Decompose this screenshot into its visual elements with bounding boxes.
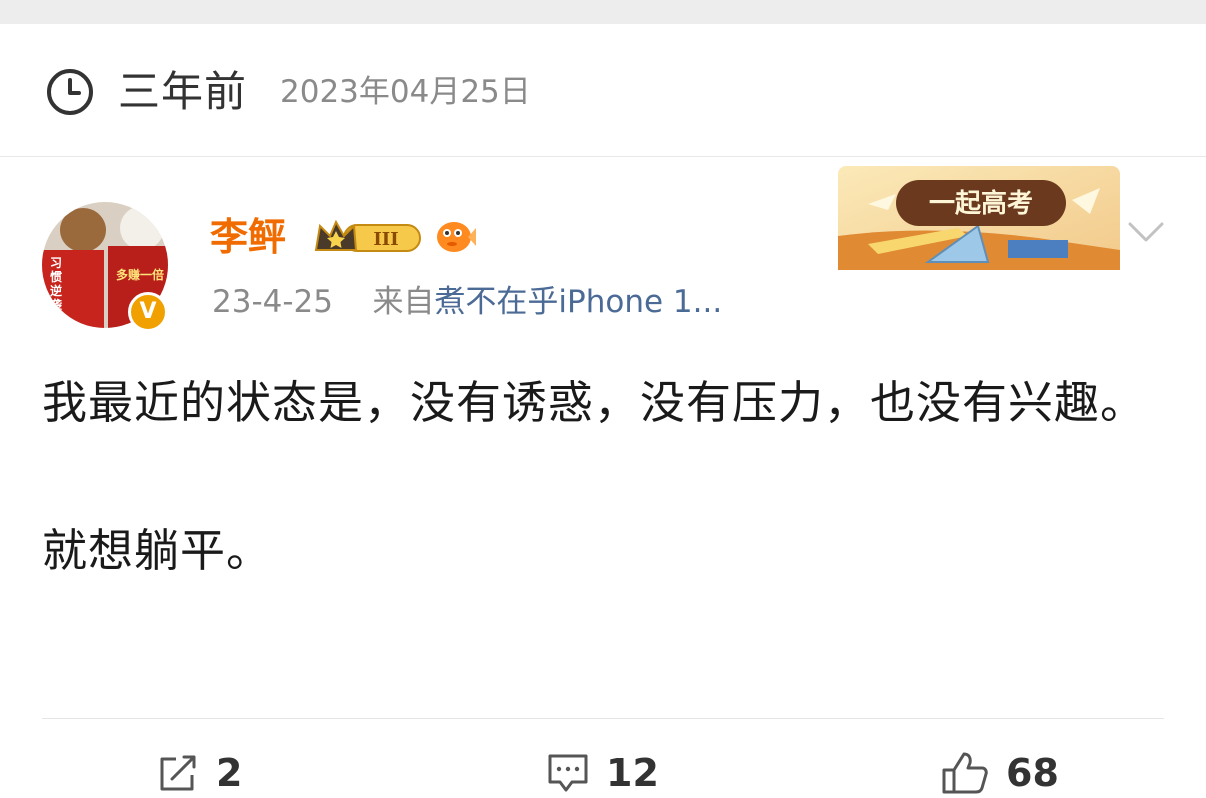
comment-icon — [548, 754, 588, 792]
teddy-bear-image — [60, 208, 106, 252]
fish-badge-icon — [437, 222, 476, 252]
post-date: 23-4-25 — [212, 284, 333, 320]
svg-text:一起高考: 一起高考 — [929, 188, 1033, 219]
gaokao-banner[interactable]: 一起高考 — [838, 166, 1120, 270]
like-button[interactable]: 68 — [940, 748, 1059, 798]
clock-icon — [47, 69, 93, 115]
verified-badge-icon: V — [128, 292, 168, 332]
username[interactable]: 李鲆 — [210, 214, 286, 260]
comment-button[interactable]: 12 — [546, 748, 659, 798]
repost-count: 2 — [216, 751, 243, 795]
post-meta: 23-4-25 来自煮不在乎iPhone 1... — [212, 282, 722, 322]
relative-time: 三年前 — [118, 67, 248, 116]
source-prefix: 来自 — [372, 284, 435, 320]
like-icon — [942, 752, 988, 794]
book-title-right: 多赚一倍 — [116, 268, 165, 282]
top-gray-strip — [0, 0, 1206, 24]
svg-text:III: III — [373, 229, 398, 250]
absolute-date: 2023年04月25日 — [280, 74, 531, 110]
like-count: 68 — [1006, 751, 1059, 795]
comment-count: 12 — [606, 751, 659, 795]
post-content: 我最近的状态是，没有诱惑，没有压力，也没有兴趣。 就想躺平。 — [42, 366, 1162, 588]
crown-vip-badge-icon[interactable]: III — [314, 218, 424, 256]
chevron-down-icon[interactable] — [1126, 218, 1166, 246]
post-text-line: 就想躺平。 — [42, 524, 273, 577]
repost-button[interactable]: 2 — [156, 748, 242, 798]
post-text-line: 我最近的状态是，没有诱惑，没有压力，也没有兴趣。 — [42, 376, 1147, 429]
plush-toy-image — [120, 206, 164, 250]
repost-icon — [160, 755, 196, 791]
book-title-left: 习惯逆袭 — [50, 256, 63, 312]
divider — [42, 718, 1164, 719]
source-device-link[interactable]: 煮不在乎iPhone 1... — [434, 284, 722, 320]
